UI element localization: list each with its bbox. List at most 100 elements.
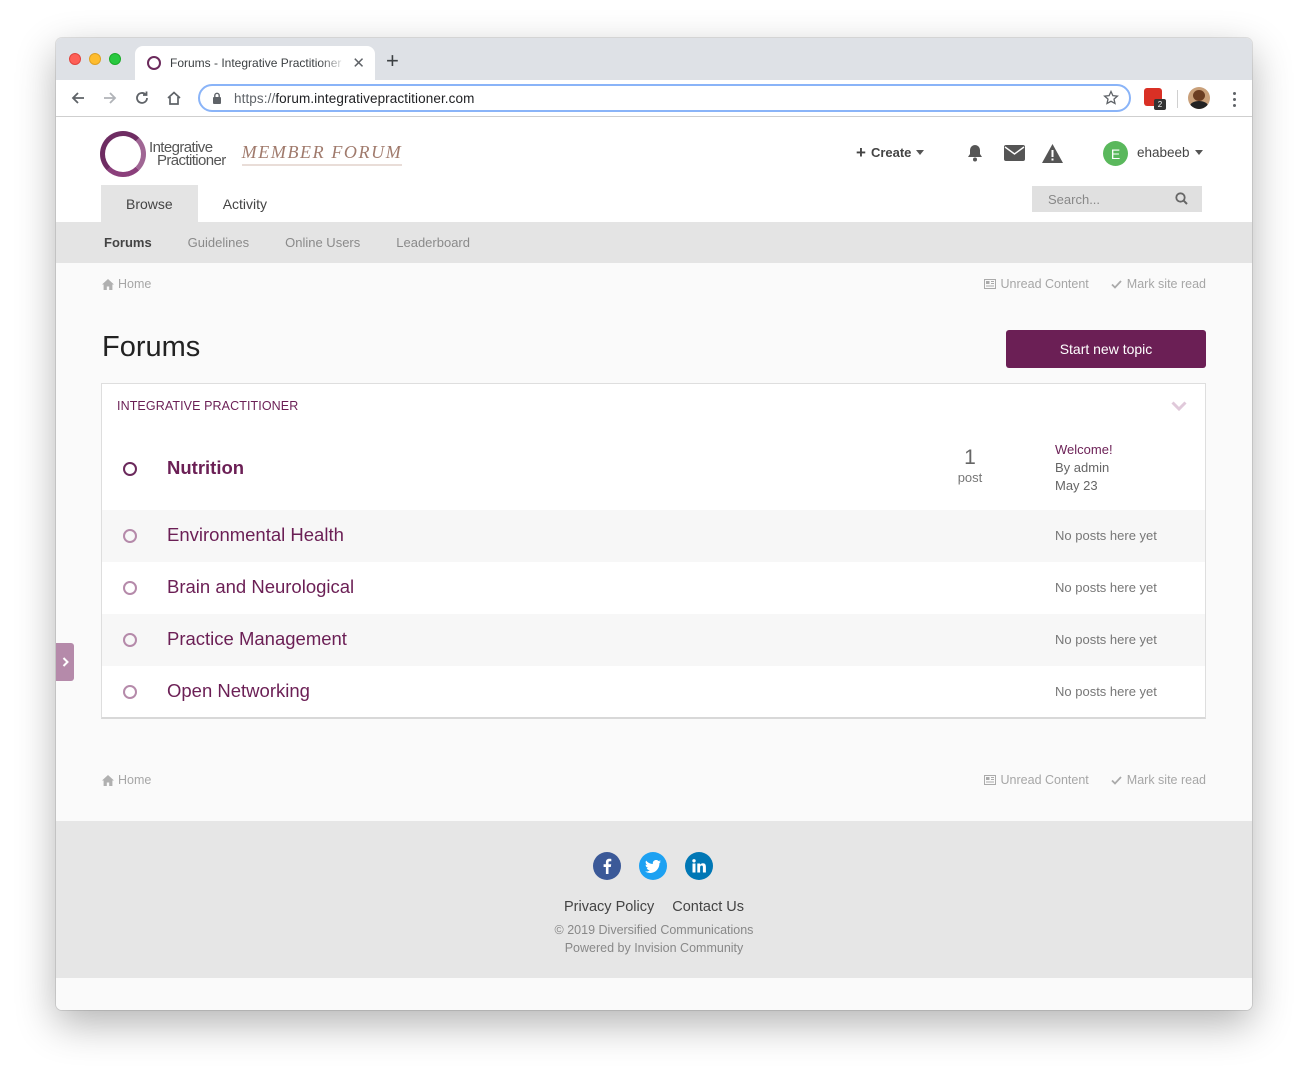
browser-menu-icon[interactable] xyxy=(1224,89,1244,109)
tab-activity[interactable]: Activity xyxy=(198,185,292,222)
reload-button[interactable] xyxy=(130,86,154,110)
search-input[interactable] xyxy=(1048,191,1168,207)
primary-nav: Browse Activity xyxy=(101,185,292,222)
plus-icon: + xyxy=(856,143,866,162)
home-button[interactable] xyxy=(162,86,186,110)
forum-row[interactable]: Nutrition 1 post Welcome! By admin May 2… xyxy=(102,428,1205,510)
search-box xyxy=(1032,186,1202,212)
mark-site-read-link[interactable]: Mark site read xyxy=(1111,773,1206,787)
site-logo[interactable]: Integrative Practitioner MEMBER FORUM xyxy=(100,131,403,177)
chevron-down-icon[interactable] xyxy=(1171,398,1187,416)
newspaper-icon xyxy=(983,279,996,289)
forum-stats: 1 post xyxy=(942,446,998,485)
breadcrumb-home-link[interactable]: Home xyxy=(102,277,151,291)
last-post-date: May 23 xyxy=(1055,478,1098,493)
subnav-online-users[interactable]: Online Users xyxy=(285,235,360,250)
arrow-right-icon xyxy=(104,92,117,104)
forum-row[interactable]: Open Networking No posts here yet xyxy=(102,666,1205,718)
subnav-guidelines[interactable]: Guidelines xyxy=(188,235,249,250)
warning-icon[interactable] xyxy=(1041,142,1063,164)
tab-close-icon[interactable]: ✕ xyxy=(352,56,365,71)
breadcrumb-bottom: Home Unread Content Mark site read xyxy=(102,771,1206,789)
last-post-info: Welcome! By admin May 23 xyxy=(1055,441,1113,495)
home-icon xyxy=(167,91,181,105)
privacy-policy-link[interactable]: Privacy Policy xyxy=(564,899,654,915)
browser-toolbar: https://forum.integrativepractitioner.co… xyxy=(56,80,1252,117)
category-title: INTEGRATIVE PRACTITIONER xyxy=(117,399,299,413)
forum-title[interactable]: Brain and Neurological xyxy=(167,576,354,598)
page-viewport: Integrative Practitioner MEMBER FORUM + … xyxy=(56,117,1252,1010)
reload-icon xyxy=(136,91,148,104)
forum-title[interactable]: Open Networking xyxy=(167,680,310,702)
footer-copyright: © 2019 Diversified Communications xyxy=(554,923,754,937)
linkedin-icon[interactable] xyxy=(685,852,713,880)
footer-powered-by[interactable]: Powered by Invision Community xyxy=(56,941,1252,955)
user-menu-button[interactable]: ehabeeb xyxy=(1137,145,1203,160)
url-text: https://forum.integrativepractitioner.co… xyxy=(234,90,475,106)
forum-title[interactable]: Nutrition xyxy=(167,457,244,479)
tab-strip: Forums - Integrative Practitioner ✕ + xyxy=(56,38,1252,80)
unread-content-link[interactable]: Unread Content xyxy=(983,773,1089,787)
maximize-window-button[interactable] xyxy=(109,53,121,65)
chevron-right-icon xyxy=(62,657,69,667)
forum-unread-indicator-icon xyxy=(123,462,137,476)
secondary-nav: Forums Guidelines Online Users Leaderboa… xyxy=(56,222,1252,263)
page-title: Forums xyxy=(102,331,201,363)
new-tab-button[interactable]: + xyxy=(386,50,399,72)
browser-window: Forums - Integrative Practitioner ✕ + ht… xyxy=(56,38,1252,1010)
forum-read-indicator-icon xyxy=(123,685,137,699)
forum-empty-status: No posts here yet xyxy=(1055,632,1157,647)
arrow-left-icon xyxy=(71,92,84,104)
caret-down-icon xyxy=(1194,150,1203,155)
unread-content-link[interactable]: Unread Content xyxy=(983,277,1089,291)
twitter-icon[interactable] xyxy=(639,852,667,880)
subnav-leaderboard[interactable]: Leaderboard xyxy=(396,235,470,250)
search-icon[interactable] xyxy=(1175,192,1188,210)
user-avatar[interactable]: E xyxy=(1103,141,1128,166)
back-button[interactable] xyxy=(66,86,90,110)
logo-tagline: MEMBER FORUM xyxy=(241,142,403,166)
close-window-button[interactable] xyxy=(69,53,81,65)
newspaper-icon xyxy=(983,775,996,785)
start-new-topic-button[interactable]: Start new topic xyxy=(1006,330,1206,368)
breadcrumb-top: Home Unread Content Mark site read xyxy=(102,275,1206,293)
facebook-icon[interactable] xyxy=(593,852,621,880)
footer-links: Privacy Policy Contact Us xyxy=(56,899,1252,915)
forward-button[interactable] xyxy=(98,86,122,110)
contact-us-link[interactable]: Contact Us xyxy=(672,899,744,915)
address-bar[interactable]: https://forum.integrativepractitioner.co… xyxy=(198,84,1131,112)
forum-category: INTEGRATIVE PRACTITIONER Nutrition 1 pos… xyxy=(101,383,1206,719)
forum-read-indicator-icon xyxy=(123,633,137,647)
forum-title[interactable]: Practice Management xyxy=(167,628,347,650)
messages-envelope-icon[interactable] xyxy=(1003,142,1025,164)
forum-empty-status: No posts here yet xyxy=(1055,684,1157,699)
logo-wordmark: Integrative Practitioner xyxy=(149,139,226,169)
browser-profile-avatar[interactable] xyxy=(1188,87,1210,109)
breadcrumb-home-link[interactable]: Home xyxy=(102,773,151,787)
site-header: Integrative Practitioner MEMBER FORUM + … xyxy=(56,117,1252,222)
extension-badge: 2 xyxy=(1154,99,1166,110)
logo-ring-icon xyxy=(100,131,146,177)
bookmark-star-icon[interactable] xyxy=(1103,89,1119,111)
forum-row[interactable]: Environmental Health No posts here yet xyxy=(102,510,1205,562)
toolbar-divider xyxy=(1177,90,1178,108)
forum-row[interactable]: Practice Management No posts here yet xyxy=(102,614,1205,666)
caret-down-icon xyxy=(916,150,925,155)
tab-browse[interactable]: Browse xyxy=(101,185,198,222)
subnav-forums[interactable]: Forums xyxy=(104,235,152,250)
side-panel-toggle[interactable] xyxy=(56,643,74,681)
checkmark-icon xyxy=(1111,279,1122,289)
last-post-title-link[interactable]: Welcome! xyxy=(1055,441,1113,459)
forum-title[interactable]: Environmental Health xyxy=(167,524,344,546)
minimize-window-button[interactable] xyxy=(89,53,101,65)
checkmark-icon xyxy=(1111,775,1122,785)
create-menu-button[interactable]: + Create xyxy=(856,143,925,162)
forum-row[interactable]: Brain and Neurological No posts here yet xyxy=(102,562,1205,614)
post-count: 1 xyxy=(964,446,976,469)
lock-icon xyxy=(213,92,221,104)
home-icon xyxy=(102,774,114,786)
mark-site-read-link[interactable]: Mark site read xyxy=(1111,277,1206,291)
breadcrumb-actions: Unread Content Mark site read xyxy=(962,277,1206,291)
browser-tab[interactable]: Forums - Integrative Practitioner ✕ xyxy=(135,46,375,80)
notifications-bell-icon[interactable] xyxy=(964,142,986,164)
